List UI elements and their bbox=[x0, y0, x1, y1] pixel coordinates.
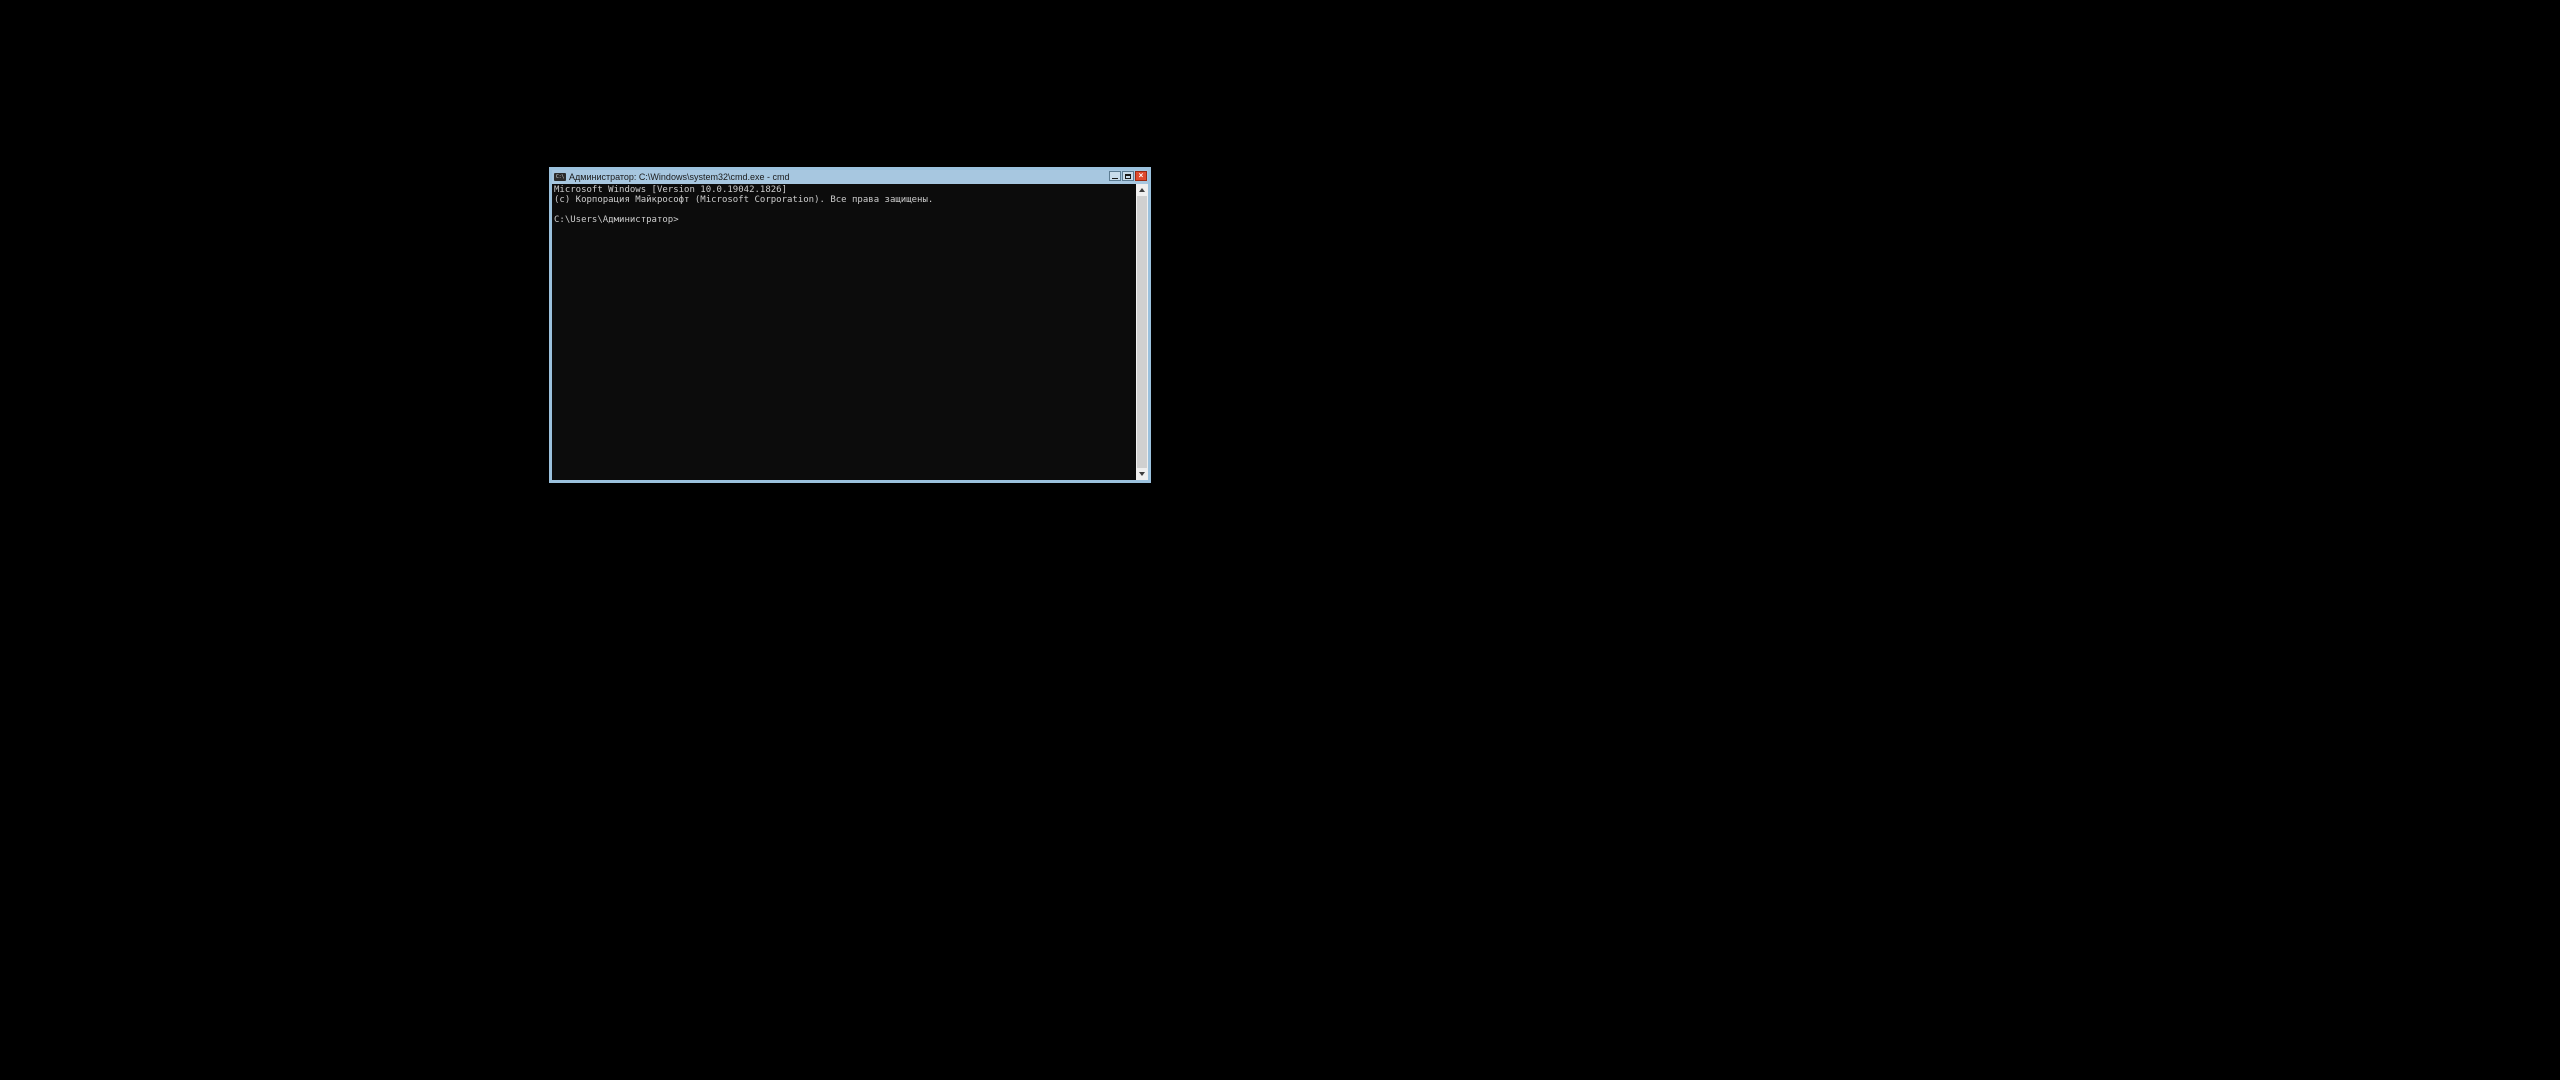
window-title: Администратор: C:\Windows\system32\cmd.e… bbox=[569, 170, 1108, 184]
window-controls: × bbox=[1108, 170, 1147, 184]
close-icon: × bbox=[1139, 173, 1144, 179]
console-line-copyright: (c) Корпорация Майкрософт (Microsoft Cor… bbox=[554, 195, 933, 205]
minimize-icon bbox=[1112, 178, 1118, 179]
vertical-scrollbar[interactable] bbox=[1136, 184, 1148, 480]
client-area: Microsoft Windows [Version 10.0.19042.18… bbox=[552, 184, 1148, 480]
scroll-up-button[interactable] bbox=[1136, 184, 1148, 196]
chevron-up-icon bbox=[1139, 188, 1145, 192]
close-button[interactable]: × bbox=[1135, 171, 1147, 181]
console-line-version: Microsoft Windows [Version 10.0.19042.18… bbox=[554, 185, 787, 195]
console-output[interactable]: Microsoft Windows [Version 10.0.19042.18… bbox=[552, 184, 1136, 480]
scrollbar-thumb[interactable] bbox=[1137, 196, 1147, 468]
titlebar[interactable]: C:\ Администратор: C:\Windows\system32\c… bbox=[552, 170, 1148, 184]
cmd-icon-badge: C:\ bbox=[554, 173, 566, 181]
chevron-down-icon bbox=[1139, 472, 1145, 476]
console-prompt: C:\Users\Администратор> bbox=[554, 215, 679, 225]
scroll-down-button[interactable] bbox=[1136, 468, 1148, 480]
cmd-window: C:\ Администратор: C:\Windows\system32\c… bbox=[549, 167, 1151, 483]
maximize-icon bbox=[1125, 174, 1131, 179]
maximize-button[interactable] bbox=[1122, 171, 1134, 181]
cmd-icon: C:\ bbox=[554, 172, 566, 182]
scrollbar-track[interactable] bbox=[1136, 196, 1148, 468]
minimize-button[interactable] bbox=[1109, 171, 1121, 181]
